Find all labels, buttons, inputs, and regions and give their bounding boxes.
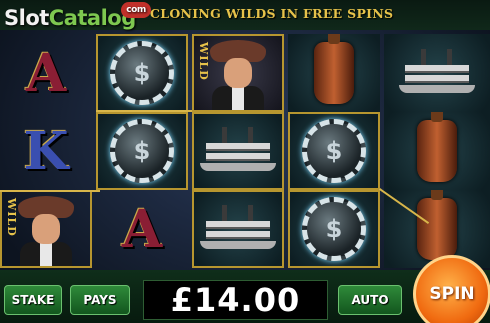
- symbol-chip: $: [96, 34, 188, 112]
- stake-button[interactable]: STAKE: [4, 285, 62, 315]
- symbol-k: K: [0, 112, 92, 190]
- win-amount-display: £14.00: [143, 280, 328, 320]
- casino-chip-icon: $: [110, 41, 174, 105]
- chip-dollar-glyph: $: [325, 137, 343, 165]
- win-payline-segment: [0, 190, 100, 192]
- symbol-riverboat: [192, 112, 284, 190]
- symbol-riverboat: [192, 190, 284, 268]
- riverboat-icon: [200, 205, 276, 253]
- symbol-wild-cowboy: WILD: [192, 34, 284, 112]
- win-payline-segment: [96, 110, 192, 112]
- whiskey-bottle-icon: [314, 34, 354, 104]
- casino-chip-icon: $: [302, 197, 366, 261]
- riverboat-icon: [399, 49, 475, 97]
- feature-banner-text: CLONING WILDS IN FREE SPINS: [150, 6, 394, 21]
- cowboy-icon: [208, 36, 268, 110]
- letter-a: A: [25, 42, 67, 104]
- chip-dollar-glyph: $: [133, 59, 151, 87]
- symbol-a: A: [0, 34, 92, 112]
- spin-button[interactable]: SPIN: [413, 255, 490, 323]
- logo-text-slot: Slot: [4, 6, 49, 30]
- letter-k: K: [23, 120, 69, 182]
- symbol-whiskey-bottle: [384, 112, 490, 190]
- pays-button[interactable]: PAYS: [70, 285, 130, 315]
- casino-chip-icon: $: [110, 119, 174, 183]
- symbol-riverboat: [384, 34, 490, 112]
- symbol-whiskey-bottle: [288, 34, 380, 112]
- symbol-chip: $: [288, 190, 380, 268]
- chip-dollar-glyph: $: [133, 137, 151, 165]
- symbol-chip: $: [96, 112, 188, 190]
- whiskey-bottle-icon: [417, 190, 457, 260]
- symbol-chip: $: [288, 112, 380, 190]
- symbol-wild-cowboy: WILD: [0, 190, 92, 268]
- reel-area: A K WILD $ $ A WILD $ $: [0, 30, 490, 270]
- symbol-a: A: [96, 190, 188, 268]
- logo-com-badge: com: [121, 2, 151, 18]
- whiskey-bottle-icon: [417, 112, 457, 182]
- cowboy-icon: [16, 192, 76, 266]
- letter-a: A: [121, 198, 163, 260]
- auto-button[interactable]: AUTO: [338, 285, 402, 315]
- casino-chip-icon: $: [302, 119, 366, 183]
- riverboat-icon: [200, 127, 276, 175]
- chip-dollar-glyph: $: [325, 215, 343, 243]
